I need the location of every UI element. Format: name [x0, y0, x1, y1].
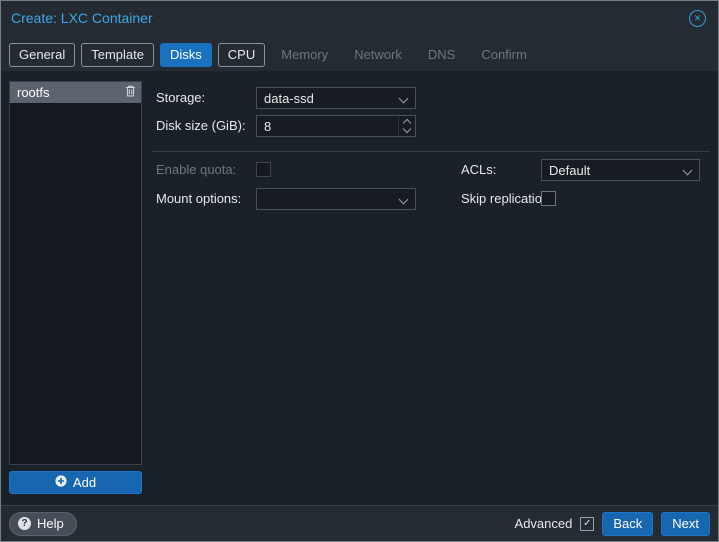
- next-button[interactable]: Next: [661, 511, 710, 536]
- trash-icon[interactable]: [125, 85, 136, 100]
- close-icon[interactable]: ✕: [689, 10, 706, 27]
- back-button[interactable]: Back: [602, 511, 654, 536]
- help-button-label: Help: [37, 516, 64, 531]
- footer-actions: Advanced ✓ Back Next: [514, 511, 710, 536]
- section-divider: [151, 151, 710, 152]
- disk-size-field[interactable]: 8: [256, 115, 416, 137]
- chevron-down-icon: [398, 194, 409, 205]
- disk-size-label: Disk size (GiB):: [156, 118, 246, 133]
- disk-size-spinner: [398, 116, 415, 136]
- mount-options-combobox[interactable]: [256, 188, 416, 210]
- advanced-label: Advanced: [514, 516, 573, 531]
- chevron-down-icon: [682, 165, 693, 176]
- dialog-header: Create: LXC Container ✕ General Template…: [1, 1, 718, 71]
- storage-label: Storage:: [156, 90, 206, 105]
- tab-disks[interactable]: Disks: [160, 43, 212, 67]
- skip-replication-checkbox[interactable]: [541, 191, 556, 206]
- mount-options-label: Mount options:: [156, 191, 242, 206]
- chevron-down-icon: [398, 93, 409, 104]
- enable-quota-checkbox: [256, 162, 271, 177]
- tab-bar: General Template Disks CPU Memory Networ…: [9, 43, 537, 67]
- tab-network: Network: [354, 47, 402, 62]
- plus-circle-icon: [55, 475, 67, 490]
- dialog-footer: ? Help Advanced ✓ Back Next: [1, 505, 718, 541]
- skip-replication-label: Skip replication:: [461, 191, 553, 206]
- tab-cpu[interactable]: CPU: [217, 43, 266, 67]
- acls-value: Default: [549, 162, 591, 178]
- add-disk-button[interactable]: Add: [9, 471, 142, 494]
- add-button-label: Add: [72, 475, 97, 490]
- acls-combobox[interactable]: Default: [541, 159, 700, 181]
- tab-dns: DNS: [427, 47, 456, 62]
- spinner-down-icon[interactable]: [399, 124, 415, 136]
- help-button[interactable]: ? Help: [9, 511, 77, 536]
- dialog-title: Create: LXC Container: [11, 10, 153, 26]
- disk-list-item-rootfs[interactable]: rootfs: [10, 82, 141, 103]
- disk-list: rootfs: [9, 81, 142, 465]
- storage-combobox[interactable]: data-ssd: [256, 87, 416, 109]
- disks-tab-panel: rootfs Add Storage: data-ssd Disk size (…: [1, 71, 718, 505]
- disk-size-value: 8: [264, 118, 272, 134]
- acls-label: ACLs:: [461, 162, 497, 177]
- tab-memory: Memory: [281, 47, 329, 62]
- tab-confirm: Confirm: [481, 47, 527, 62]
- create-lxc-container-dialog: Create: LXC Container ✕ General Template…: [0, 0, 719, 542]
- advanced-checkbox[interactable]: ✓: [580, 516, 595, 531]
- tab-general[interactable]: General: [9, 43, 76, 67]
- tab-template[interactable]: Template: [81, 43, 154, 67]
- enable-quota-label: Enable quota:: [156, 162, 237, 177]
- storage-value: data-ssd: [264, 90, 314, 106]
- help-icon: ?: [18, 517, 31, 530]
- disk-item-label: rootfs: [17, 85, 50, 100]
